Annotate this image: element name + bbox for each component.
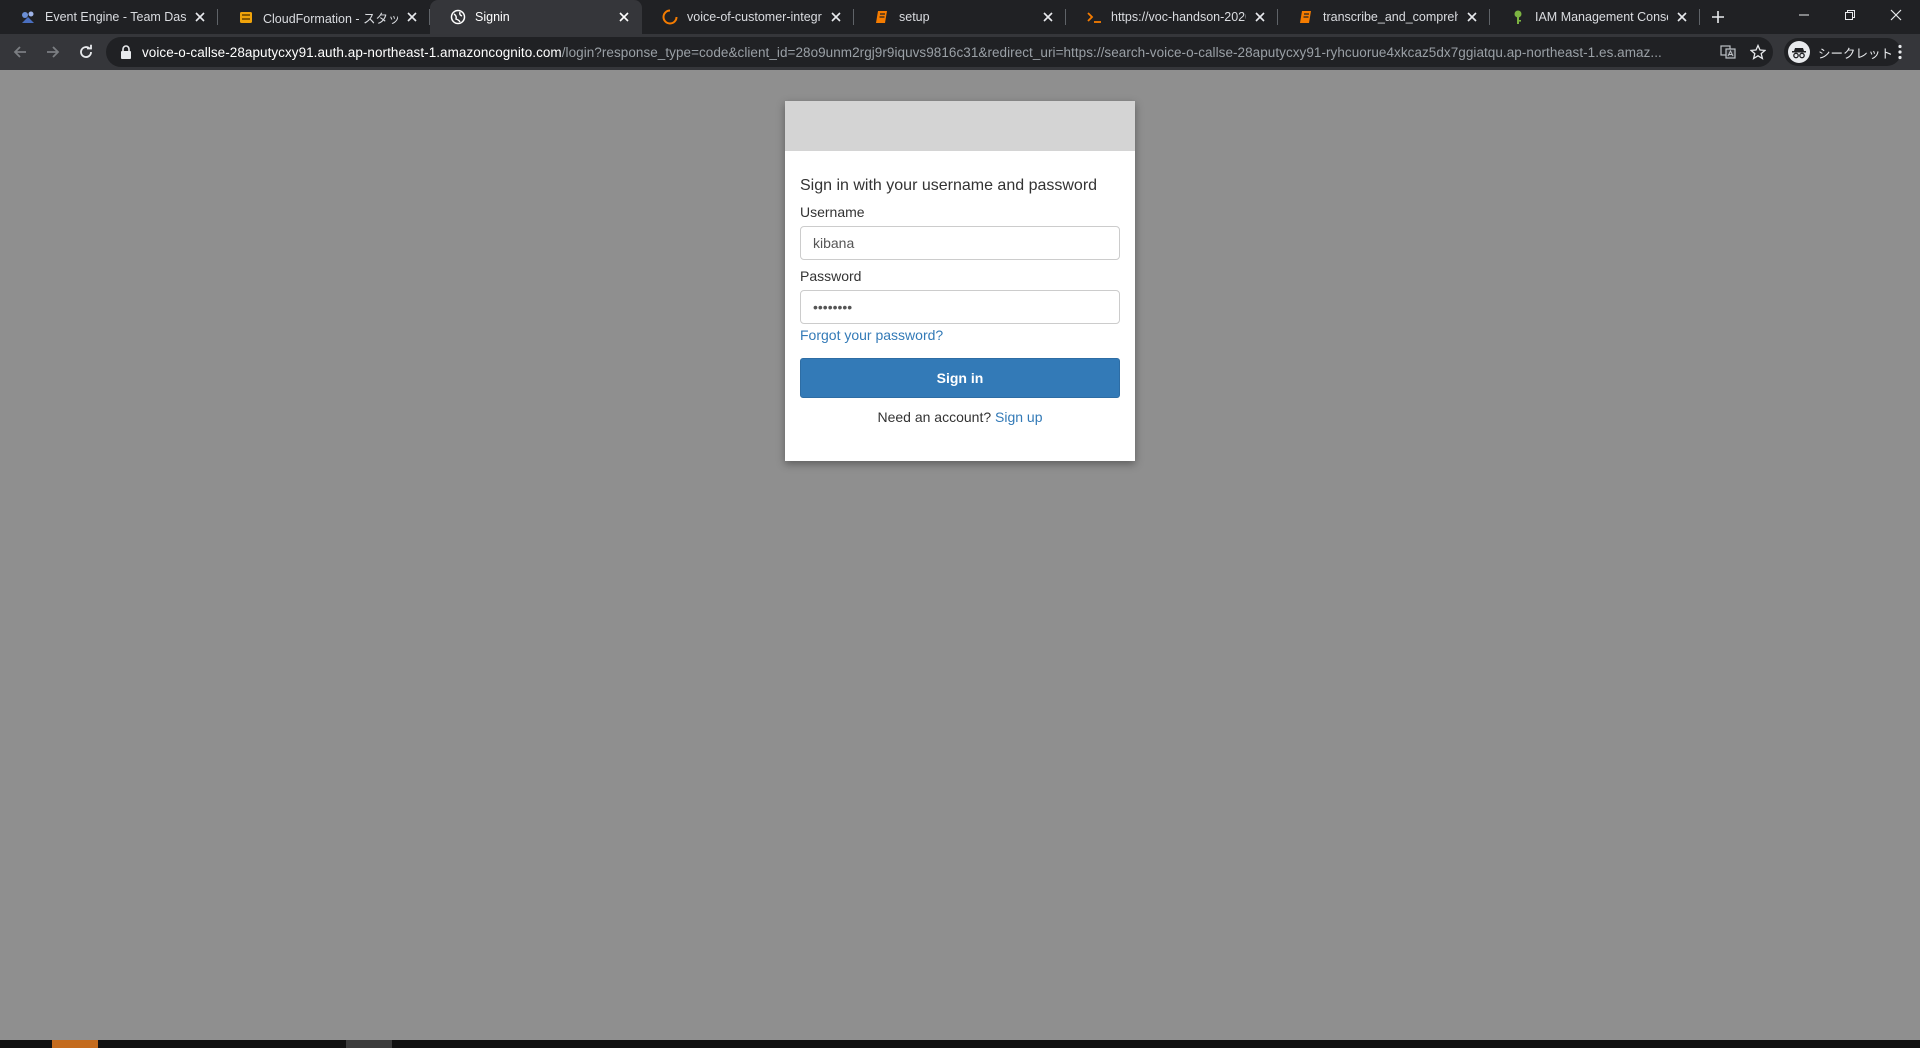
bookmark-star-icon[interactable] [1743, 40, 1773, 64]
tab-title: voice-of-customer-integration [687, 10, 822, 24]
password-input[interactable] [800, 290, 1120, 324]
close-icon[interactable] [404, 9, 420, 25]
tab-cloudformation[interactable]: CloudFormation - スタック voice [218, 0, 430, 34]
tab-iam[interactable]: IAM Management Console [1490, 0, 1700, 34]
back-button[interactable] [8, 40, 32, 64]
signup-row: Need an account? Sign up [800, 409, 1120, 425]
close-icon[interactable] [1252, 9, 1268, 25]
notebook-icon [874, 9, 890, 25]
tab-strip: Event Engine - Team Dashboard CloudForma… [0, 0, 1920, 34]
need-account-text: Need an account? [877, 409, 992, 425]
tab-title: transcribe_and_comprehend [1323, 10, 1458, 24]
close-icon[interactable] [1464, 9, 1480, 25]
event-engine-icon [20, 9, 36, 25]
page-background: Sign in with your username and password … [0, 70, 1920, 1040]
forward-button[interactable] [41, 40, 65, 64]
notebook-icon [1298, 9, 1314, 25]
incognito-profile-button[interactable]: シークレット [1784, 38, 1902, 66]
signin-form: Sign in with your username and password … [785, 177, 1135, 425]
more-vertical-icon [1898, 44, 1902, 60]
close-icon[interactable] [616, 9, 632, 25]
signin-heading: Sign in with your username and password [800, 177, 1098, 194]
signup-link[interactable]: Sign up [995, 409, 1042, 425]
taskbar-app-button[interactable] [346, 1040, 392, 1048]
minimize-icon [1799, 14, 1809, 16]
plus-icon [1712, 11, 1724, 23]
restore-button[interactable] [1827, 0, 1873, 30]
signin-dialog: Sign in with your username and password … [785, 101, 1135, 461]
close-window-button[interactable] [1873, 0, 1919, 30]
lock-icon [121, 45, 131, 59]
tab-title: IAM Management Console [1535, 10, 1668, 24]
username-input[interactable] [800, 226, 1120, 260]
key-icon [1510, 9, 1526, 25]
forgot-password-link[interactable]: Forgot your password? [800, 327, 943, 343]
tab-title: https://voc-handson-20201 [1111, 10, 1246, 24]
tab-transcribe[interactable]: transcribe_and_comprehend [1278, 0, 1490, 34]
browser-menu-button[interactable] [1888, 40, 1912, 64]
close-icon[interactable] [828, 9, 844, 25]
tab-event-engine[interactable]: Event Engine - Team Dashboard [0, 0, 218, 34]
taskbar-app-button[interactable] [52, 1040, 98, 1048]
signin-button[interactable]: Sign in [800, 358, 1120, 398]
close-icon[interactable] [192, 9, 208, 25]
minimize-button[interactable] [1781, 0, 1827, 30]
loading-spinner-icon [662, 9, 678, 25]
incognito-label: シークレット [1818, 46, 1894, 61]
tab-title: setup [899, 10, 930, 24]
incognito-icon [1788, 41, 1810, 63]
tab-title: CloudFormation - スタック voice [263, 11, 398, 26]
url-text: voice-o-callse-28aputycxy91.auth.ap-nort… [142, 45, 1713, 60]
address-bar[interactable]: voice-o-callse-28aputycxy91.auth.ap-nort… [106, 37, 1773, 67]
translate-icon[interactable] [1713, 40, 1743, 64]
url-host: voice-o-callse-28aputycxy91.auth.ap-nort… [142, 44, 562, 60]
close-icon[interactable] [1040, 9, 1056, 25]
globe-icon [450, 9, 466, 25]
tab-separator [1699, 9, 1700, 25]
url-path: /login?response_type=code&client_id=28o9… [561, 44, 1662, 60]
reload-button[interactable] [74, 40, 98, 64]
tab-title: Signin [475, 10, 510, 24]
reload-icon [80, 44, 92, 58]
new-tab-button[interactable] [1706, 5, 1730, 29]
close-icon[interactable] [1674, 9, 1690, 25]
tab-voc-handson[interactable]: https://voc-handson-20201 [1066, 0, 1278, 34]
tab-title: Event Engine - Team Dashboard [45, 10, 186, 24]
username-label: Username [800, 204, 865, 220]
tab-setup[interactable]: setup [854, 0, 1066, 34]
signin-banner [785, 101, 1135, 151]
tab-voice-of-customer[interactable]: voice-of-customer-integration [642, 0, 854, 34]
arrow-left-icon [13, 46, 26, 58]
arrow-right-icon [47, 46, 60, 58]
tab-signin[interactable]: Signin [430, 0, 642, 34]
taskbar [0, 1040, 1920, 1048]
terminal-icon [1086, 9, 1102, 25]
cloudformation-icon [238, 9, 254, 25]
browser-toolbar: voice-o-callse-28aputycxy91.auth.ap-nort… [0, 34, 1920, 70]
close-icon [1890, 9, 1902, 21]
password-label: Password [800, 268, 862, 284]
restore-icon [1845, 10, 1855, 20]
